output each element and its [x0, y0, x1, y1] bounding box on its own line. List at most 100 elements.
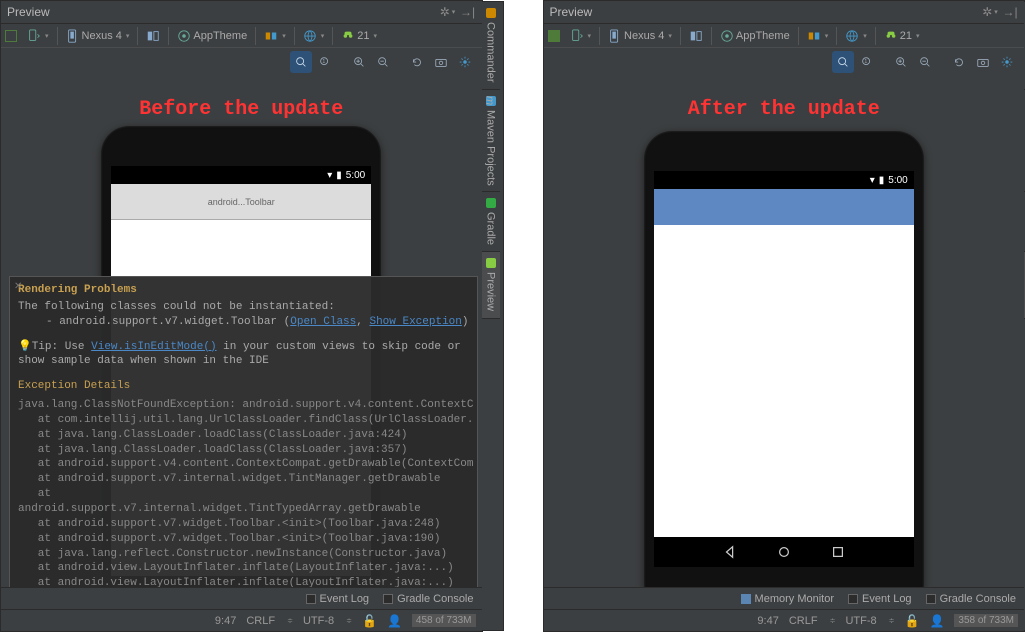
hide-icon[interactable]: →| — [1002, 4, 1018, 20]
refresh-icon[interactable] — [948, 51, 970, 73]
zoom-in-icon[interactable] — [348, 51, 370, 73]
config-button[interactable]: ▾ — [260, 26, 290, 46]
line-ending[interactable]: CRLF — [789, 615, 818, 627]
svg-text:1: 1 — [864, 59, 867, 65]
exception-details-hdr: Exception Details — [18, 379, 473, 394]
signal-icon: ▾ — [327, 170, 332, 181]
device-frame: ▾ ▮ 5:00 — [644, 131, 924, 611]
show-exception-link[interactable]: Show Exception — [369, 316, 461, 328]
device-selector[interactable]: Nexus 4▾ — [62, 26, 134, 46]
error-title: Rendering Problems — [18, 283, 473, 298]
memory-indicator[interactable]: 358 of 733M — [954, 614, 1018, 627]
zoom-actual-icon[interactable]: 1 — [856, 51, 878, 73]
gear-icon[interactable]: ✲▾ — [440, 4, 456, 20]
bottom-tool-tabs: Memory Monitor Event Log Gradle Console — [544, 587, 1025, 609]
stack-trace: java.lang.ClassNotFoundException: androi… — [18, 398, 473, 591]
battery-icon: ▮ — [879, 175, 885, 186]
device-screen: ▾ ▮ 5:00 — [654, 171, 914, 567]
lock-icon[interactable]: 🔓 — [904, 614, 919, 628]
commander-tab[interactable]: Commander — [482, 2, 500, 90]
memory-indicator[interactable]: 458 of 733M — [412, 614, 476, 627]
inspect-icon[interactable]: 👤 — [387, 614, 402, 628]
rendering-error-panel: ✕ Rendering Problems The following class… — [9, 276, 478, 599]
pane-before: Preview ✲▾ →| ▾ Nexus 4▾ AppTheme ▾ ▾ 21… — [0, 0, 483, 632]
zoom-actual-icon[interactable]: 1 — [314, 51, 336, 73]
open-class-link[interactable]: Open Class — [290, 316, 356, 328]
status-time: 5:00 — [346, 170, 365, 181]
preview-canvas: Before the update ▾ ▮ 5:00 android...Too… — [1, 76, 482, 631]
preview-canvas: After the update ▾ ▮ 5:00 — [544, 76, 1025, 631]
device-selector[interactable]: Nexus 4▾ — [604, 26, 676, 46]
close-icon[interactable]: ✕ — [14, 281, 22, 295]
refresh-icon[interactable] — [406, 51, 428, 73]
app-toolbar — [654, 189, 914, 225]
broken-toolbar: android...Toolbar — [111, 184, 371, 220]
event-log-tab[interactable]: Event Log — [306, 593, 370, 605]
render-status-icon — [5, 30, 17, 42]
memory-monitor-tab[interactable]: Memory Monitor — [741, 593, 834, 605]
tip-row: 💡Tip: Use View.isInEditMode() in your cu… — [18, 340, 473, 370]
error-class-row: - android.support.v7.widget.Toolbar (Ope… — [18, 315, 473, 330]
preview-titlebar: Preview ✲▾ →| — [544, 1, 1025, 24]
config-button[interactable]: ▾ — [803, 26, 833, 46]
layout-variant-button[interactable] — [142, 26, 164, 46]
maven-tab[interactable]: mMaven Projects — [482, 90, 500, 193]
encoding[interactable]: UTF-8 — [303, 615, 334, 627]
status-time: 5:00 — [888, 175, 907, 186]
gear-icon[interactable]: ✲▾ — [982, 4, 998, 20]
android-navbar — [654, 537, 914, 567]
after-caption: After the update — [544, 98, 1025, 121]
preview-titlebar: Preview ✲▾ →| — [1, 1, 482, 24]
inspect-icon[interactable]: 👤 — [929, 614, 944, 628]
api-selector[interactable]: 21▾ — [880, 26, 924, 46]
gradle-tab[interactable]: Gradle — [482, 192, 500, 252]
lock-icon[interactable]: 🔓 — [362, 614, 377, 628]
android-statusbar: ▾ ▮ 5:00 — [654, 171, 914, 189]
hide-icon[interactable]: →| — [460, 4, 476, 20]
gradle-console-tab[interactable]: Gradle Console — [926, 593, 1016, 605]
titlebar-title: Preview — [7, 5, 436, 19]
gradle-console-tab[interactable]: Gradle Console — [383, 593, 473, 605]
home-icon — [777, 545, 791, 559]
screenshot-icon[interactable] — [430, 51, 452, 73]
theme-selector[interactable]: AppTheme — [173, 26, 251, 46]
api-selector[interactable]: 21▾ — [337, 26, 381, 46]
orientation-button[interactable]: ▾ — [566, 26, 596, 46]
status-bar: 9:47 CRLF≑ UTF-8≑ 🔓 👤 458 of 733M — [1, 609, 482, 631]
caret-pos: 9:47 — [215, 615, 236, 627]
android-statusbar: ▾ ▮ 5:00 — [111, 166, 371, 184]
theme-selector[interactable]: AppTheme — [716, 26, 794, 46]
config-toolbar: ▾ Nexus 4▾ AppTheme ▾ ▾ 21▾ — [1, 24, 482, 48]
svg-text:1: 1 — [322, 59, 325, 65]
render-status-icon — [548, 30, 560, 42]
caret-pos: 9:47 — [757, 615, 778, 627]
screenshot-icon[interactable] — [972, 51, 994, 73]
encoding[interactable]: UTF-8 — [845, 615, 876, 627]
right-gutter-tabs: Commander mMaven Projects Gradle Preview — [482, 1, 504, 631]
settings-icon[interactable] — [996, 51, 1018, 73]
zoom-toolbar: 1 — [1, 48, 482, 76]
zoom-in-icon[interactable] — [890, 51, 912, 73]
battery-icon: ▮ — [336, 170, 342, 181]
line-ending[interactable]: CRLF — [246, 615, 275, 627]
pane-after: Preview ✲▾ →| ▾ Nexus 4▾ AppTheme ▾ ▾ 21… — [543, 0, 1025, 632]
orientation-button[interactable]: ▾ — [23, 26, 53, 46]
locale-button[interactable]: ▾ — [841, 26, 871, 46]
config-toolbar: ▾ Nexus 4▾ AppTheme ▾ ▾ 21▾ — [544, 24, 1025, 48]
titlebar-title: Preview — [550, 5, 979, 19]
locale-button[interactable]: ▾ — [299, 26, 329, 46]
zoom-out-icon[interactable] — [372, 51, 394, 73]
preview-tab[interactable]: Preview — [482, 252, 500, 318]
zoom-fit-icon[interactable] — [832, 51, 854, 73]
zoom-fit-icon[interactable] — [290, 51, 312, 73]
bottom-tool-tabs: Event Log Gradle Console — [1, 587, 482, 609]
layout-variant-button[interactable] — [685, 26, 707, 46]
settings-icon[interactable] — [454, 51, 476, 73]
recents-icon — [831, 545, 845, 559]
event-log-tab[interactable]: Event Log — [848, 593, 912, 605]
back-icon — [723, 545, 737, 559]
bulb-icon: 💡 — [18, 341, 32, 353]
zoom-out-icon[interactable] — [914, 51, 936, 73]
edit-mode-link[interactable]: View.isInEditMode() — [91, 341, 216, 353]
error-line: The following classes could not be insta… — [18, 300, 473, 315]
